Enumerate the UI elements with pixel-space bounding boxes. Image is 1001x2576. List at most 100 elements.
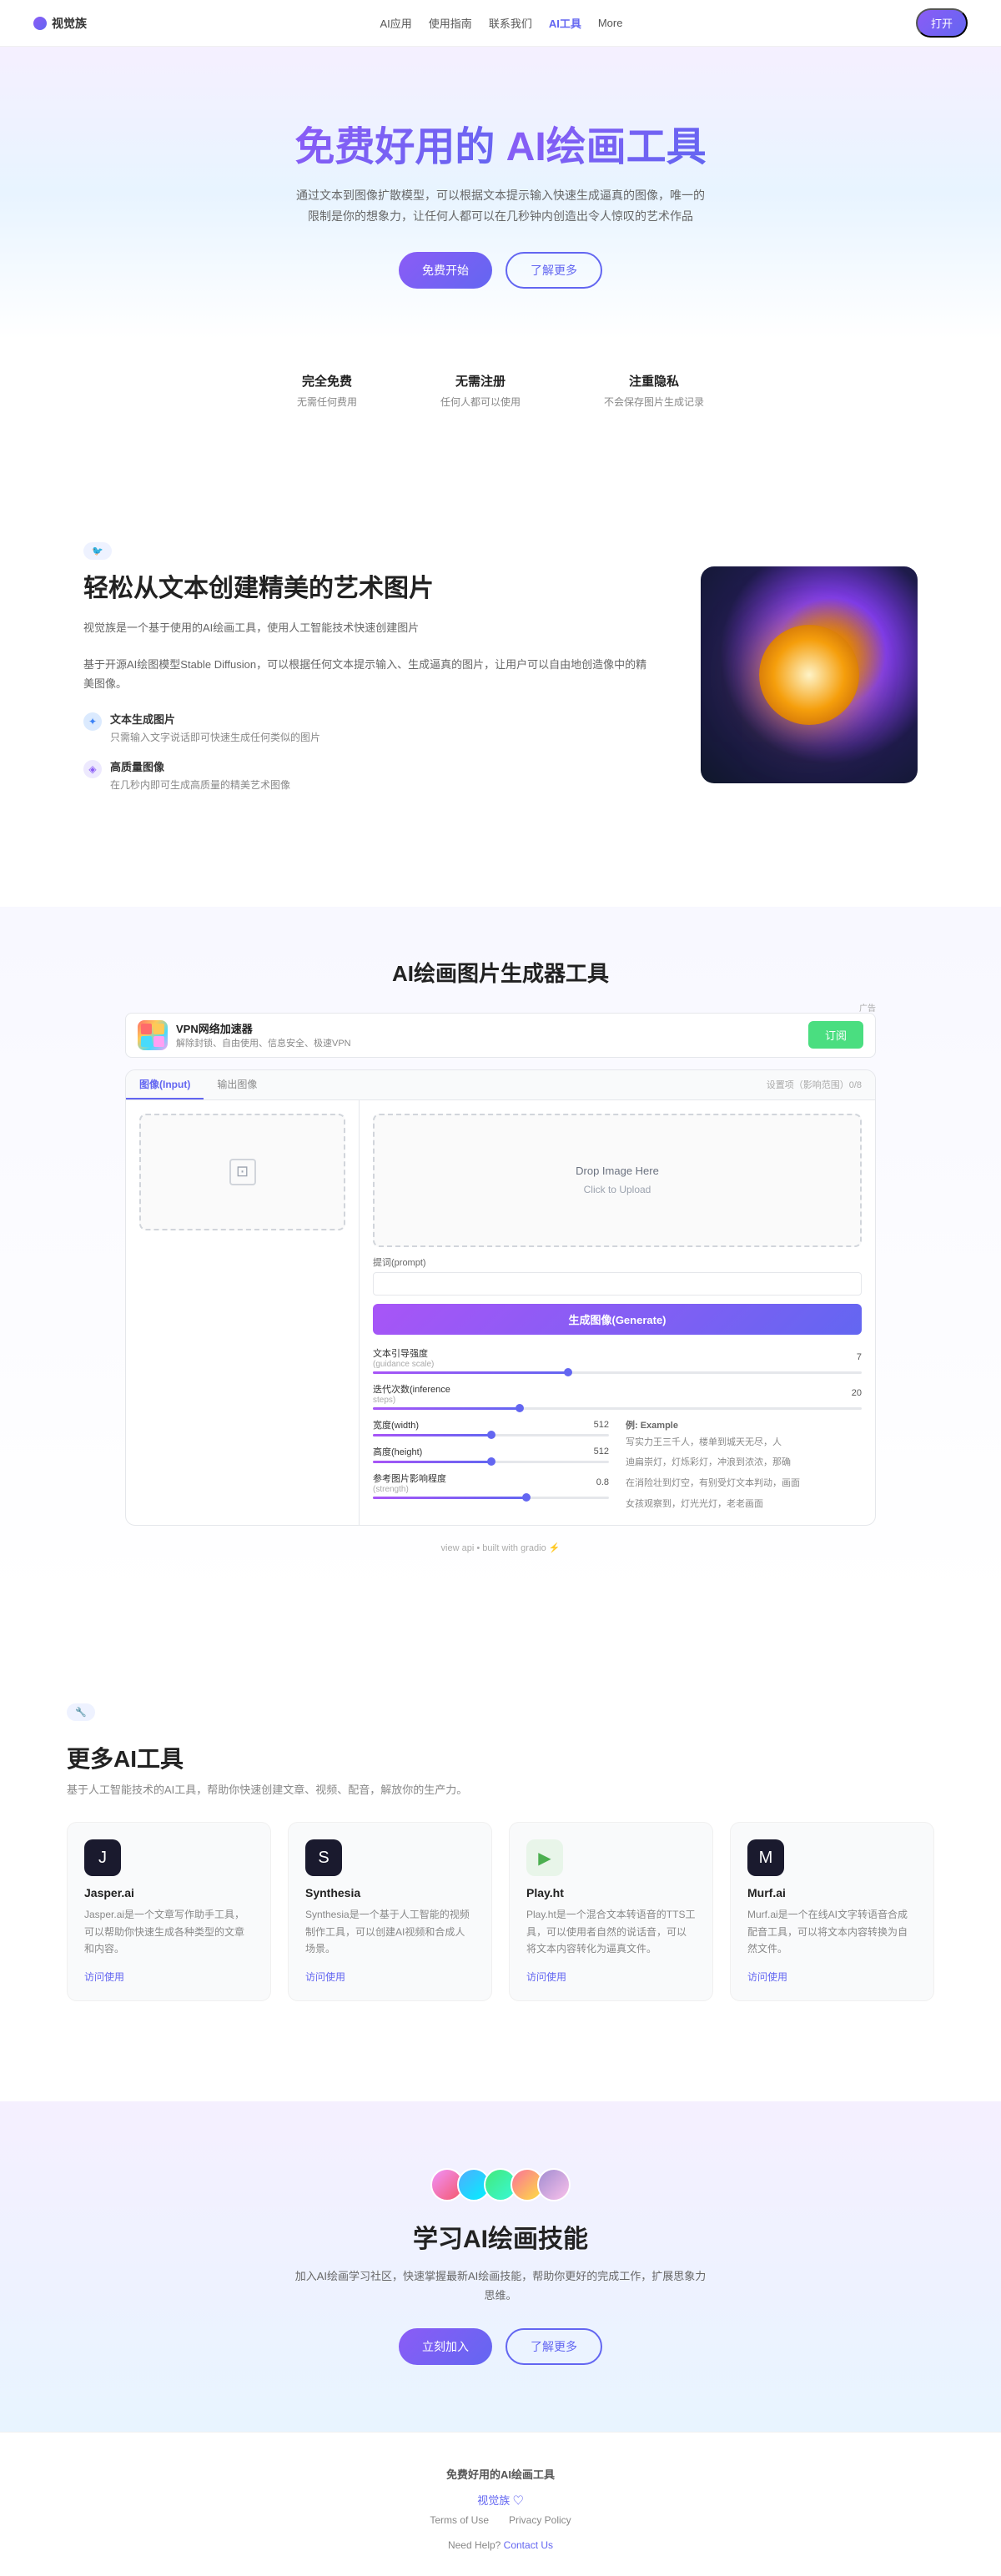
widget-tab-output[interactable]: 输出图像 xyxy=(204,1070,270,1099)
strength-thumb xyxy=(522,1493,531,1502)
ad-banner-left: VPN网络加速器 解除封锁、自由使用、信息安全、极速VPN xyxy=(138,1020,351,1050)
param-width-name: 宽度(width) xyxy=(373,1418,576,1431)
widget-tab-input[interactable]: 图像(Input) xyxy=(126,1070,204,1099)
prompt-input[interactable] xyxy=(373,1272,862,1296)
feature-quality-desc: 在几秒内即可生成高质量的精美艺术图像 xyxy=(110,777,290,795)
logo-icon xyxy=(33,17,47,30)
param-height-name: 高度(height) xyxy=(373,1445,576,1458)
jasper-link[interactable]: 访问使用 xyxy=(84,1970,254,1984)
steps-thumb xyxy=(516,1404,524,1412)
ad-text: VPN网络加速器 解除封锁、自由使用、信息安全、极速VPN xyxy=(176,1020,351,1049)
logo[interactable]: 视觉族 xyxy=(33,15,87,32)
width-fill xyxy=(373,1434,491,1436)
built-with-label: view api • built with gradio ⚡ xyxy=(33,1542,968,1553)
feature-free: 完全免费 无需任何费用 xyxy=(297,372,357,409)
feature-text-title: 文本生成图片 xyxy=(110,711,320,727)
examples-col: 例: Example 写实力王三千人，楼单到城天无尽，人 迪扁崇灯，灯烁彩灯，冲… xyxy=(626,1418,862,1512)
tools-grid: J Jasper.ai Jasper.ai是一个文章写作助手工具，可以帮助你快速… xyxy=(67,1822,934,2000)
param-strength-sub: (strength) xyxy=(373,1485,576,1494)
drop-zone[interactable]: Drop Image Here Click to Upload xyxy=(373,1114,862,1247)
param-steps-sub: steps) xyxy=(373,1396,828,1405)
text-art-section: 🐦 轻松从文本创建精美的艺术图片 视觉族是一个基于使用的AI绘画工具，使用人工智… xyxy=(0,475,1001,873)
params-and-examples: 宽度(width) 512 xyxy=(373,1418,862,1512)
synthesia-name: Synthesia xyxy=(305,1886,475,1899)
navigation: 视觉族 AI应用 使用指南 联系我们 AI工具 More 打开 xyxy=(0,0,1001,47)
guidance-thumb xyxy=(564,1368,572,1376)
param-guidance-sub: (guidance scale) xyxy=(373,1360,828,1369)
section-tag: 🐦 xyxy=(83,542,112,560)
footer-terms-link[interactable]: Terms of Use xyxy=(430,2514,489,2526)
community-heading: 学习AI绘画技能 xyxy=(33,2218,968,2255)
vpn-dot-2 xyxy=(153,1024,164,1034)
tool-card-synthesia: S Synthesia Synthesia是一个基于人工智能的视频制作工具，可以… xyxy=(288,1822,492,2000)
ad-banner: VPN网络加速器 解除封锁、自由使用、信息安全、极速VPN 订阅 xyxy=(125,1013,876,1058)
murf-name: Murf.ai xyxy=(747,1886,917,1899)
example-label: 例: Example xyxy=(626,1418,862,1431)
guidance-fill xyxy=(373,1371,568,1374)
param-height: 高度(height) 512 xyxy=(373,1445,609,1463)
height-slider[interactable] xyxy=(373,1461,609,1463)
param-height-value: 512 xyxy=(584,1446,609,1457)
param-guidance: 文本引导强度 (guidance scale) 7 xyxy=(373,1346,862,1374)
synthesia-link[interactable]: 访问使用 xyxy=(305,1970,475,1984)
widget-right-panel: Drop Image Here Click to Upload 提词(promp… xyxy=(360,1100,875,1526)
text-art-desc1: 视觉族是一个基于使用的AI绘画工具，使用人工智能技术快速创建图片 xyxy=(83,618,651,637)
nav-contact[interactable]: 联系我们 xyxy=(489,18,532,30)
more-tools-section: 🔧 更多AI工具 基于人工智能技术的AI工具，帮助你快速创建文章、视频、配音，解… xyxy=(0,1637,1001,2067)
feature-text-to-image: ✦ 文本生成图片 只需输入文字说话即可快速生成任何类似的图片 xyxy=(83,711,651,747)
high-quality-icon: ◈ xyxy=(83,760,102,778)
text-art-desc2: 基于开源AI绘图模型Stable Diffusion，可以根据任何文本提示输入、… xyxy=(83,655,651,694)
feature-privacy: 注重隐私 不会保存图片生成记录 xyxy=(604,372,704,409)
widget-tabs: 图像(Input) 输出图像 设置项（影响范围）0/8 xyxy=(126,1070,875,1100)
footer: 免费好用的AI绘画工具 视觉族 ♡ Terms of Use Privacy P… xyxy=(0,2432,1001,2576)
tool-card-jasper: J Jasper.ai Jasper.ai是一个文章写作助手工具，可以帮助你快速… xyxy=(67,1822,271,2000)
guidance-slider[interactable] xyxy=(373,1371,862,1374)
upload-area[interactable]: ⊡ xyxy=(139,1114,345,1230)
nav-more[interactable]: More xyxy=(598,17,623,29)
logo-text: 视觉族 xyxy=(52,15,87,32)
hero-learn-button[interactable]: 了解更多 xyxy=(506,252,602,289)
params-left-col: 宽度(width) 512 xyxy=(373,1418,609,1512)
example-text-3: 在消险壮到灯空，有别受灯文本判动，画面 xyxy=(626,1476,862,1492)
playht-link[interactable]: 访问使用 xyxy=(526,1970,696,1984)
footer-sub-link[interactable]: 视觉族 ♡ xyxy=(477,2492,524,2508)
generate-button[interactable]: 生成图像(Generate) xyxy=(373,1304,862,1335)
width-thumb xyxy=(487,1431,495,1439)
width-slider[interactable] xyxy=(373,1434,609,1436)
jasper-icon: J xyxy=(84,1839,121,1876)
community-join-button[interactable]: 立刻加入 xyxy=(399,2328,492,2365)
playht-desc: Play.ht是一个混合文本转语音的TTS工具，可以使用者自然的说话音，可以将文… xyxy=(526,1906,696,1957)
nav-open-button[interactable]: 打开 xyxy=(916,8,968,38)
footer-contact-text: Need Help? xyxy=(448,2539,504,2551)
jasper-desc: Jasper.ai是一个文章写作助手工具，可以帮助你快速生成各种类型的文章和内容… xyxy=(84,1906,254,1957)
community-learn-button[interactable]: 了解更多 xyxy=(506,2328,602,2365)
hero-section: 免费好用的 AI绘画工具 通过文本到图像扩散模型，可以根据文本提示输入快速生成逼… xyxy=(0,47,1001,339)
nav-ai-tools[interactable]: AI工具 xyxy=(549,18,581,30)
footer-contact-link[interactable]: Contact Us xyxy=(504,2539,553,2551)
feature-free-title: 完全免费 xyxy=(297,372,357,390)
text-art-content: 🐦 轻松从文本创建精美的艺术图片 视觉族是一个基于使用的AI绘画工具，使用人工智… xyxy=(83,542,651,806)
nav-ai-apps[interactable]: AI应用 xyxy=(380,18,412,30)
hero-start-button[interactable]: 免费开始 xyxy=(399,252,492,289)
hero-title: 免费好用的 AI绘画工具 xyxy=(33,113,968,172)
feature-no-register-desc: 任何人都可以使用 xyxy=(440,395,521,409)
vpn-icon xyxy=(138,1020,168,1050)
steps-slider[interactable] xyxy=(373,1407,862,1410)
community-avatars xyxy=(33,2168,968,2201)
example-text-1: 写实力王三千人，楼单到城天无尽，人 xyxy=(626,1435,862,1451)
footer-privacy-link[interactable]: Privacy Policy xyxy=(509,2514,571,2526)
nav-guide[interactable]: 使用指南 xyxy=(429,18,472,30)
footer-policy-links: Terms of Use Privacy Policy xyxy=(430,2514,571,2526)
feature-privacy-title: 注重隐私 xyxy=(604,372,704,390)
steps-fill xyxy=(373,1407,520,1410)
murf-link[interactable]: 访问使用 xyxy=(747,1970,917,1984)
ad-subscribe-button[interactable]: 订阅 xyxy=(808,1021,863,1049)
strength-slider[interactable] xyxy=(373,1497,609,1499)
footer-links: 免费好用的AI绘画工具 视觉族 ♡ Terms of Use Privacy P… xyxy=(33,2466,968,2551)
param-steps-name: 迭代次数(inference xyxy=(373,1382,828,1396)
features-row: 完全免费 无需任何费用 无需注册 任何人都可以使用 注重隐私 不会保存图片生成记… xyxy=(0,339,1001,442)
jasper-name: Jasper.ai xyxy=(84,1886,254,1899)
ad-wrapper: 广告 VPN网络加速器 解除封锁、自由使用、信息安全、极速VPN 订阅 xyxy=(125,1013,876,1058)
hero-description: 通过文本到图像扩散模型，可以根据文本提示输入快速生成逼真的图像，唯一的限制是你的… xyxy=(292,185,709,227)
ai-tools-section: AI绘画图片生成器工具 广告 VPN网络加速器 解除封锁、自由使用、信息安全、极… xyxy=(0,907,1001,1604)
